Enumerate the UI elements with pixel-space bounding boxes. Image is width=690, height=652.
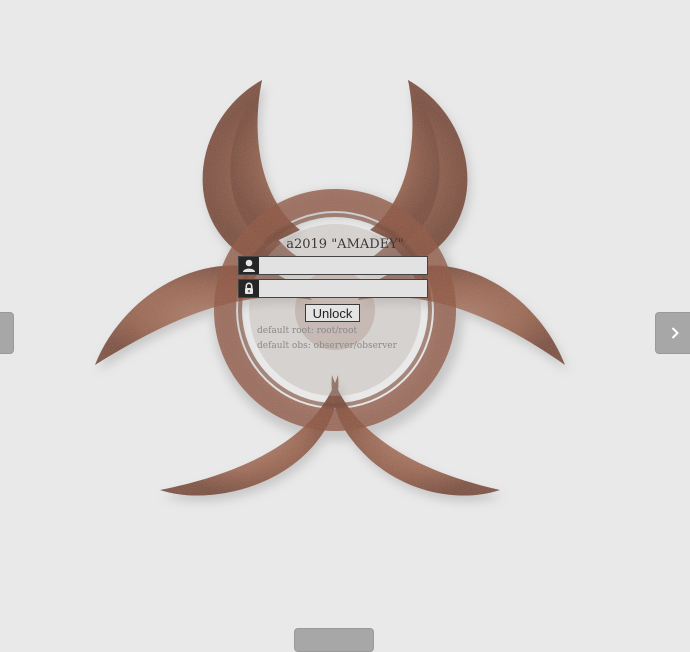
username-input[interactable]: [260, 257, 429, 274]
bottom-tab-button[interactable]: [294, 628, 374, 652]
chevron-right-icon: [671, 327, 679, 339]
user-icon: [239, 257, 259, 274]
biohazard-background: [95, 80, 568, 502]
username-field[interactable]: [238, 256, 429, 275]
device-title: a2019 "AMADEY": [286, 237, 404, 252]
password-field[interactable]: [238, 279, 429, 298]
previous-button[interactable]: [0, 312, 14, 354]
next-button[interactable]: [655, 312, 690, 354]
password-input[interactable]: [260, 280, 429, 297]
default-root-hint: default root: root/root: [257, 326, 358, 336]
default-obs-hint: default obs: observer/observer: [257, 341, 397, 351]
unlock-button[interactable]: Unlock: [305, 304, 360, 322]
lock-icon: [239, 280, 259, 297]
